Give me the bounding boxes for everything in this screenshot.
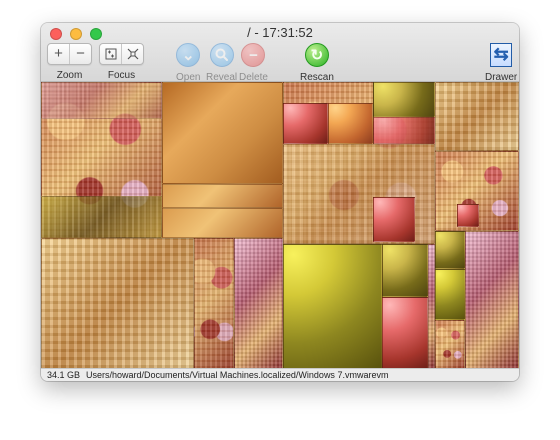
- drawer-toolbar-item[interactable]: ⇆ Drawer: [485, 43, 517, 83]
- focus-label: Focus: [107, 70, 136, 81]
- treemap-block[interactable]: [435, 320, 465, 369]
- treemap-block[interactable]: [465, 231, 519, 369]
- treemap-block[interactable]: [373, 82, 435, 117]
- drawer-icon[interactable]: ⇆: [490, 43, 513, 67]
- treemap-block[interactable]: [162, 208, 283, 238]
- open-button[interactable]: ⌄: [176, 43, 201, 67]
- treemap-block[interactable]: [428, 244, 435, 369]
- selected-path: Users/howard/Documents/Virtual Machines.…: [86, 370, 389, 380]
- treemap-block[interactable]: [382, 244, 428, 297]
- app-window: / - 17:31:52 + − Zoom Focus ⌄ Open Revea…: [41, 23, 519, 381]
- focus-in-icon: [105, 48, 116, 60]
- treemap-block[interactable]: [457, 204, 479, 227]
- selected-size: 34.1 GB: [47, 370, 81, 380]
- treemap-block[interactable]: [283, 244, 382, 369]
- treemap-block[interactable]: [373, 197, 415, 242]
- treemap-block[interactable]: [373, 117, 435, 144]
- disk-usage-treemap[interactable]: [41, 82, 519, 369]
- treemap-block[interactable]: [435, 269, 465, 320]
- status-bar: 34.1 GB Users/howard/Documents/Virtual M…: [41, 368, 519, 381]
- treemap-block[interactable]: [382, 297, 428, 369]
- treemap-block[interactable]: [162, 82, 283, 184]
- reveal-icon: [215, 48, 228, 61]
- zoom-buttons: + −: [47, 43, 92, 65]
- zoom-toolbar-group: + − Zoom: [47, 43, 92, 81]
- reveal-toolbar-item[interactable]: Reveal: [206, 43, 237, 83]
- treemap-block[interactable]: [328, 103, 373, 144]
- delete-toolbar-item[interactable]: − Delete: [239, 43, 268, 83]
- reveal-button[interactable]: [209, 43, 234, 67]
- treemap-block[interactable]: [162, 184, 283, 208]
- window-title: / - 17:31:52: [247, 25, 313, 40]
- treemap-block[interactable]: [435, 82, 519, 151]
- rescan-toolbar-item[interactable]: ↻ Rescan: [300, 43, 334, 83]
- treemap-block[interactable]: [41, 82, 162, 119]
- zoom-out-icon: −: [76, 45, 85, 62]
- focus-out-icon: [127, 48, 138, 60]
- treemap-block[interactable]: [41, 238, 194, 369]
- rescan-icon: ↻: [310, 47, 324, 64]
- focus-buttons: [99, 43, 144, 65]
- focus-out-button[interactable]: [121, 44, 143, 64]
- treemap-block[interactable]: [41, 196, 162, 238]
- treemap-block[interactable]: [435, 231, 465, 269]
- focus-toolbar-group: Focus: [99, 43, 144, 81]
- treemap-block[interactable]: [283, 103, 328, 144]
- focus-in-button[interactable]: [100, 44, 121, 64]
- open-icon: ⌄: [181, 47, 195, 64]
- zoom-out-button[interactable]: −: [69, 44, 91, 64]
- open-toolbar-item[interactable]: ⌄ Open: [176, 43, 200, 83]
- zoom-in-icon: +: [54, 45, 63, 62]
- delete-icon: −: [249, 46, 258, 64]
- delete-button[interactable]: −: [241, 43, 266, 67]
- zoom-label: Zoom: [56, 70, 83, 81]
- treemap-block[interactable]: [194, 238, 234, 369]
- rescan-button[interactable]: ↻: [304, 43, 329, 67]
- zoom-in-button[interactable]: +: [48, 44, 69, 64]
- titlebar: / - 17:31:52 + − Zoom Focus ⌄ Open Revea…: [41, 23, 519, 83]
- treemap-block[interactable]: [234, 238, 283, 369]
